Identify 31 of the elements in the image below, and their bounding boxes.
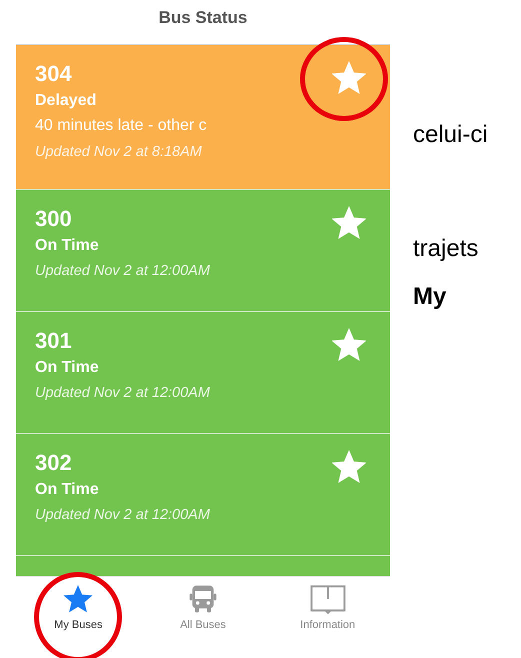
bus-card[interactable]: 301 On Time Updated Nov 2 at 12:00AM — [16, 312, 390, 434]
bus-number: 302 — [35, 449, 72, 477]
bus-status: Delayed — [35, 91, 96, 111]
favorite-star-icon[interactable] — [332, 450, 366, 484]
document-text: My — [413, 282, 448, 312]
bus-card[interactable]: 302 On Time Updated Nov 2 at 12:00AM — [16, 434, 390, 556]
updated-time: Updated Nov 2 at 12:00AM — [35, 262, 210, 281]
favorite-star-icon[interactable] — [332, 328, 366, 362]
tab-bar-item[interactable]: Information — [265, 577, 390, 655]
screen-title: Bus Status — [158, 8, 248, 28]
bus-card[interactable]: 300 On Time Updated Nov 2 at 12:00AM — [16, 190, 390, 312]
updated-time: Updated Nov 2 at 8:18AM — [35, 143, 202, 162]
book-icon — [308, 583, 347, 615]
bus-status: On Time — [35, 358, 99, 378]
document-text: trajets — [413, 234, 480, 264]
delay-detail: 40 minutes late - other c — [35, 116, 207, 136]
favorite-star-icon[interactable] — [332, 206, 366, 240]
updated-time: Updated Nov 2 at 12:00AM — [35, 506, 210, 525]
bus-card[interactable]: 304 Delayed 40 minutes late - other c Updated Nov 2 at 8:18AM — [16, 45, 390, 190]
bus-number: 300 — [35, 205, 72, 233]
tab-bar-item[interactable]: All Buses — [140, 577, 266, 655]
bus-status: On Time — [35, 236, 99, 256]
star-icon — [62, 583, 94, 615]
bus-status: On Time — [35, 480, 99, 500]
favorite-star-icon[interactable] — [332, 61, 366, 95]
updated-time: Updated Nov 2 at 12:00AM — [35, 384, 210, 403]
tab-bar-item[interactable]: My Buses — [16, 577, 141, 655]
bus-icon — [186, 583, 219, 615]
bus-number: 304 — [35, 60, 72, 88]
document-text: celui-ci — [413, 120, 488, 150]
bus-number: 301 — [35, 327, 72, 355]
